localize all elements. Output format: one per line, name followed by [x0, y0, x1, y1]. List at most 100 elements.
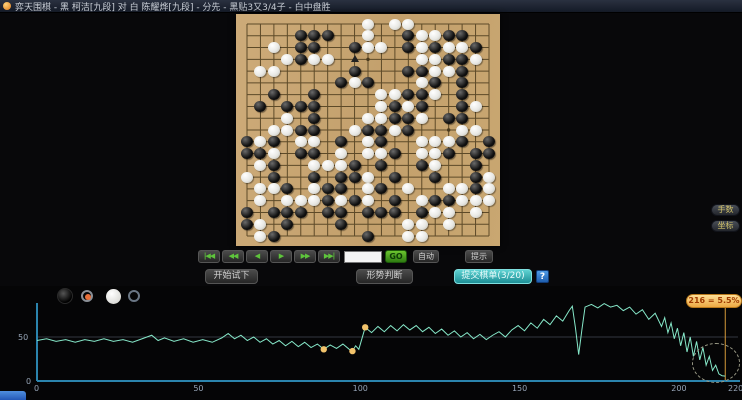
white-stone	[469, 124, 482, 136]
submit-analysis-button[interactable]: 提交棋单(3/20)	[454, 269, 532, 284]
black-stone	[348, 159, 361, 171]
white-stone	[469, 195, 482, 207]
black-stone	[241, 206, 253, 218]
white-series-radio[interactable]	[128, 290, 140, 302]
last-move-triangle-marker	[350, 55, 359, 63]
black-stone	[469, 171, 482, 183]
white-stone	[415, 53, 428, 65]
black-stone	[375, 124, 388, 136]
black-stone	[442, 148, 455, 160]
white-stone	[362, 112, 374, 124]
white-stone	[388, 124, 401, 136]
black-stone	[415, 206, 428, 218]
coordinates-toggle-button[interactable]: 坐标	[711, 220, 740, 232]
black-stone	[267, 171, 280, 183]
black-stone	[469, 159, 482, 171]
white-stone	[267, 124, 280, 136]
black-series-radio-selected[interactable]	[81, 290, 93, 302]
go-button[interactable]: GO	[385, 250, 407, 263]
trial-play-button[interactable]: 开始试下	[205, 269, 258, 284]
white-stone	[415, 218, 428, 230]
white-stone	[308, 159, 321, 171]
white-stone	[241, 171, 253, 183]
black-stone-legend-icon[interactable]	[57, 288, 73, 304]
white-stone	[362, 18, 374, 30]
white-stone	[469, 100, 482, 112]
white-stone-legend-icon[interactable]	[106, 289, 121, 304]
white-stone	[415, 148, 428, 160]
black-stone	[308, 171, 321, 183]
current-move-winrate-badge: 216 = 5.5%	[686, 294, 742, 308]
black-stone	[442, 195, 455, 207]
black-stone	[402, 65, 415, 77]
white-stone	[267, 42, 280, 54]
black-stone	[388, 100, 401, 112]
auto-play-button[interactable]: 自动	[413, 250, 439, 263]
black-stone	[402, 112, 415, 124]
move-numbers-toggle-button[interactable]: 手数	[711, 204, 740, 216]
black-stone	[335, 206, 348, 218]
white-stone	[294, 195, 307, 207]
black-stone	[308, 112, 321, 124]
black-stone	[362, 230, 374, 242]
back-one-button[interactable]: ◀	[246, 250, 268, 263]
white-stone	[348, 124, 361, 136]
white-stone	[388, 89, 401, 101]
black-stone	[388, 195, 401, 207]
winrate-graph-panel: 216 = 5.5% 0 50 100 150 200 220 0 50	[0, 286, 742, 400]
white-stone	[415, 195, 428, 207]
black-stone	[267, 159, 280, 171]
x-axis-tick-label: 50	[193, 384, 204, 393]
white-stone	[335, 159, 348, 171]
black-stone	[388, 112, 401, 124]
white-stone	[362, 148, 374, 160]
black-stone	[294, 148, 307, 160]
black-stone	[294, 30, 307, 42]
x-axis-tick-label: 200	[671, 384, 687, 393]
mistake-dot	[349, 347, 356, 355]
black-stone	[294, 206, 307, 218]
go-to-start-button[interactable]: |◀◀	[198, 250, 220, 263]
black-stone	[456, 65, 469, 77]
black-stone	[415, 100, 428, 112]
position-judge-button[interactable]: 形势判断	[356, 269, 413, 284]
taskbar-fragment[interactable]	[0, 391, 26, 400]
black-stone	[321, 30, 334, 42]
black-stone	[442, 30, 455, 42]
black-stone	[321, 206, 334, 218]
hint-button[interactable]: 提示	[465, 250, 493, 263]
back-fast-button[interactable]: ◀◀	[222, 250, 244, 263]
move-number-input[interactable]	[344, 250, 382, 263]
black-stone	[415, 159, 428, 171]
help-button[interactable]: ?	[536, 270, 549, 283]
black-stone	[267, 206, 280, 218]
forward-fast-button[interactable]: ▶▶	[294, 250, 316, 263]
black-stone	[388, 206, 401, 218]
white-stone	[442, 218, 455, 230]
black-stone	[442, 112, 455, 124]
forward-one-button[interactable]: ▶	[270, 250, 292, 263]
black-stone	[388, 148, 401, 160]
black-stone	[456, 100, 469, 112]
black-stone	[348, 65, 361, 77]
playback-controls: |◀◀ ◀◀ ◀ ▶ ▶▶ ▶▶| GO 自动 提示	[198, 250, 493, 263]
title-bar[interactable]: 弈天围棋 - 黑 柯洁[九段] 对 白 陈耀烨[九段] - 分先 - 黑贴3又3…	[0, 0, 742, 13]
white-stone	[308, 53, 321, 65]
black-stone	[483, 148, 495, 160]
black-stone	[241, 148, 253, 160]
black-stone	[321, 183, 334, 195]
winrate-line	[36, 302, 726, 377]
go-board[interactable]	[236, 14, 500, 246]
white-stone	[442, 136, 455, 148]
black-stone	[469, 42, 482, 54]
black-stone	[469, 183, 482, 195]
black-stone	[294, 53, 307, 65]
white-stone	[415, 230, 428, 242]
black-stone	[294, 100, 307, 112]
go-to-end-button[interactable]: ▶▶|	[318, 250, 340, 263]
black-stone	[321, 195, 334, 207]
y-axis-tick-label: 0	[26, 377, 32, 386]
y-axis-tick-label: 50	[18, 333, 29, 342]
app-icon	[3, 2, 11, 10]
white-stone	[254, 230, 267, 242]
